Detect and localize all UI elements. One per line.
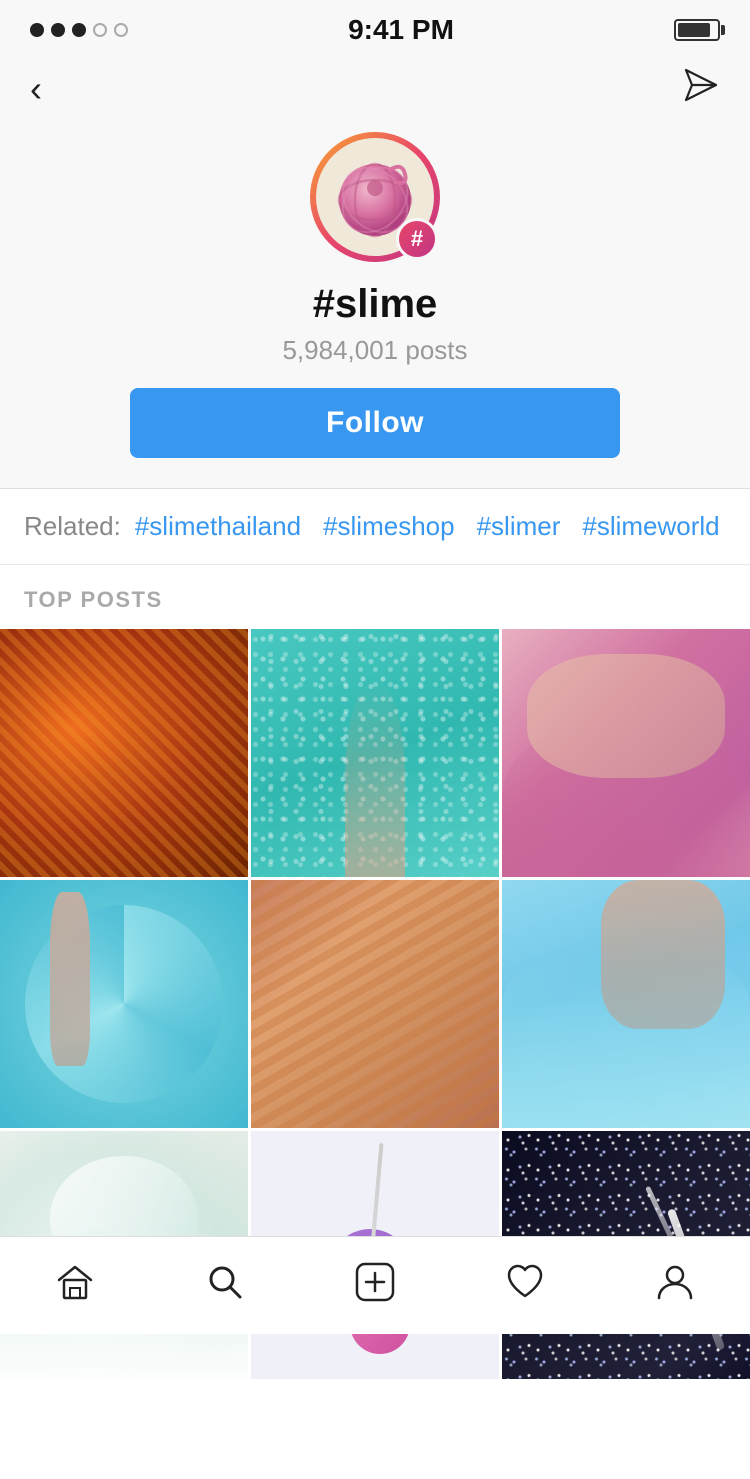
nav-add[interactable] bbox=[345, 1252, 405, 1312]
back-button[interactable]: ‹ bbox=[30, 71, 42, 107]
top-posts-header: TOP POSTS bbox=[0, 565, 750, 629]
dot-2 bbox=[51, 23, 65, 37]
hashtag-title: #slime bbox=[313, 282, 438, 327]
nav-home[interactable] bbox=[45, 1252, 105, 1312]
nav-profile[interactable] bbox=[645, 1252, 705, 1312]
grid-item-4[interactable] bbox=[0, 880, 248, 1128]
battery-fill bbox=[678, 23, 710, 37]
related-tag-0[interactable]: #slimethailand bbox=[135, 511, 301, 542]
person-icon bbox=[653, 1260, 697, 1304]
follow-button[interactable]: Follow bbox=[130, 388, 620, 458]
top-posts-label: TOP POSTS bbox=[24, 587, 163, 612]
nav-heart[interactable] bbox=[495, 1252, 555, 1312]
heart-icon bbox=[503, 1260, 547, 1304]
signal-dots bbox=[30, 23, 128, 37]
status-bar: 9:41 PM bbox=[0, 0, 750, 56]
nav-search[interactable] bbox=[195, 1252, 255, 1312]
dot-1 bbox=[30, 23, 44, 37]
related-tag-2[interactable]: #slimer bbox=[477, 511, 561, 542]
related-tags-section: Related: #slimethailand #slimeshop #slim… bbox=[0, 489, 750, 565]
dot-5 bbox=[114, 23, 128, 37]
grid-item-3[interactable] bbox=[502, 629, 750, 877]
grid-item-2[interactable] bbox=[251, 629, 499, 877]
avatar-wrapper: # bbox=[310, 132, 440, 262]
battery-icon bbox=[674, 19, 720, 41]
home-icon bbox=[53, 1260, 97, 1304]
related-label: Related: bbox=[24, 511, 121, 542]
grid-item-5[interactable] bbox=[251, 880, 499, 1128]
nav-bar: ‹ bbox=[0, 56, 750, 122]
related-tag-1[interactable]: #slimeshop bbox=[323, 511, 455, 542]
profile-section: # #slime 5,984,001 posts Follow bbox=[0, 122, 750, 488]
dot-4 bbox=[93, 23, 107, 37]
hashtag-badge: # bbox=[396, 218, 438, 260]
bottom-spacer bbox=[0, 1379, 750, 1479]
add-icon bbox=[353, 1260, 397, 1304]
bottom-nav bbox=[0, 1236, 750, 1334]
search-icon bbox=[203, 1260, 247, 1304]
grid-item-6[interactable] bbox=[502, 880, 750, 1128]
related-tag-3[interactable]: #slimeworld bbox=[582, 511, 719, 542]
status-time: 9:41 PM bbox=[348, 14, 454, 46]
send-icon[interactable] bbox=[682, 66, 720, 112]
post-count: 5,984,001 posts bbox=[282, 335, 467, 366]
grid-item-1[interactable] bbox=[0, 629, 248, 877]
dot-3 bbox=[72, 23, 86, 37]
